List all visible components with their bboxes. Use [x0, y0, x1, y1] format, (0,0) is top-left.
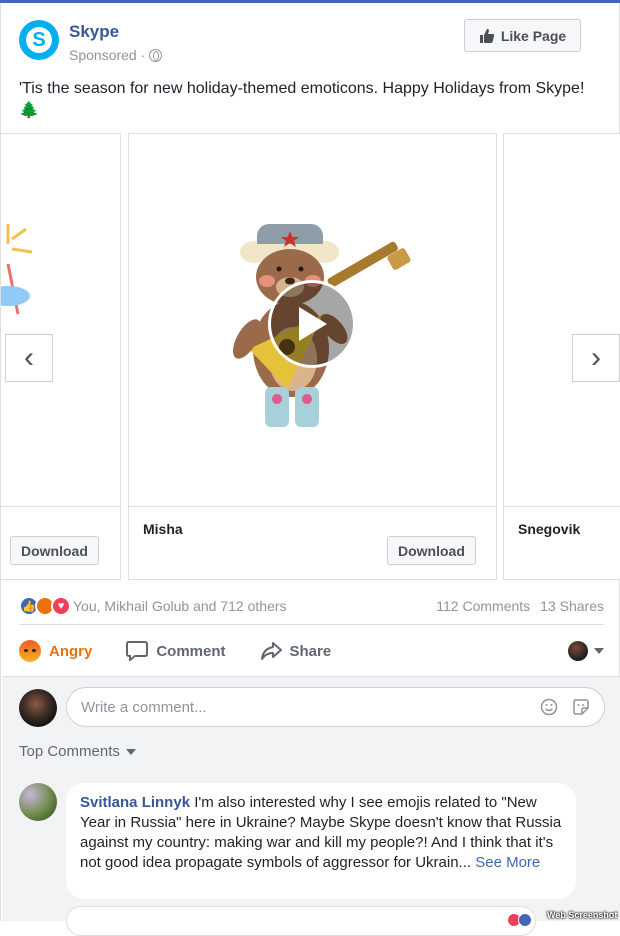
like-page-button[interactable]: Like Page: [464, 19, 581, 52]
slide-title: Snegovik: [518, 521, 581, 537]
comment-input[interactable]: Write a comment...: [66, 687, 605, 727]
post-as-selector[interactable]: [568, 641, 604, 661]
sponsored-separator: ·: [140, 47, 146, 63]
comment-icon: [126, 641, 149, 661]
skype-logo-avatar[interactable]: S: [19, 20, 59, 60]
slide-footer: Download: [1, 506, 120, 579]
comment-button[interactable]: Comment: [126, 641, 226, 661]
comment-label: Comment: [156, 642, 226, 660]
carousel: Download Misha Download Snegovik ‹ ›: [1, 133, 620, 581]
reaction-icons[interactable]: 👍 ♥: [19, 596, 71, 616]
share-icon: [260, 642, 282, 660]
download-button[interactable]: Download: [10, 536, 99, 565]
like-reaction-icon: [518, 913, 532, 927]
skype-logo-icon: S: [26, 27, 52, 53]
play-icon: [299, 307, 327, 341]
reactions-summary: 👍 ♥ You, Mikhail Golub and 712 others 11…: [19, 594, 604, 618]
caret-down-icon: [594, 648, 604, 654]
next-comment-bubble: [66, 906, 536, 936]
carousel-prev-button[interactable]: ‹: [5, 334, 53, 382]
like-page-label: Like Page: [500, 27, 567, 44]
watermark-label: Web Screenshot: [547, 910, 618, 920]
slide-footer: Misha Download: [129, 506, 496, 579]
share-label: Share: [289, 642, 332, 660]
love-reaction-icon: ♥: [51, 596, 71, 616]
comment-sort-dropdown[interactable]: Top Comments: [19, 743, 136, 760]
engagement-counts: 112 Comments 13 Shares: [436, 598, 604, 614]
see-more-link[interactable]: See More: [475, 854, 540, 871]
commenter-avatar[interactable]: [19, 783, 57, 821]
chevron-right-icon: ›: [591, 341, 601, 374]
viewer-avatar: [568, 641, 588, 661]
post-body: 'Tis the season for new holiday-themed e…: [19, 80, 585, 97]
input-icons: [540, 698, 590, 716]
reaction-button[interactable]: Angry: [19, 640, 92, 662]
slide-title: Misha: [143, 521, 183, 537]
post-actions: Angry Comment Share: [19, 636, 604, 666]
shares-count[interactable]: 13 Shares: [540, 598, 604, 614]
globe-icon: [149, 48, 163, 62]
sponsored-text: Sponsored: [69, 47, 137, 63]
sticker-icon[interactable]: [572, 698, 590, 716]
post-text: 'Tis the season for new holiday-themed e…: [19, 78, 599, 122]
reaction-label: Angry: [49, 642, 93, 660]
slide-footer: Snegovik: [504, 506, 620, 579]
comment-author[interactable]: Svitlana Linnyk: [80, 794, 190, 811]
comment-reactions[interactable]: [507, 913, 532, 927]
carousel-next-button[interactable]: ›: [572, 334, 620, 382]
emoji-icon[interactable]: [540, 698, 558, 716]
sort-label: Top Comments: [19, 743, 120, 760]
sponsored-label[interactable]: Sponsored ·: [69, 47, 163, 63]
share-button[interactable]: Share: [260, 641, 332, 661]
sponsored-post-card: S Skype Sponsored · Like Page 'Tis the s…: [0, 3, 620, 936]
chevron-left-icon: ‹: [24, 341, 34, 374]
download-button[interactable]: Download: [387, 536, 476, 565]
christmas-tree-icon: 🌲: [19, 102, 39, 119]
play-video-button[interactable]: [268, 280, 356, 368]
divider: [19, 624, 604, 625]
page-name-link[interactable]: Skype: [69, 22, 119, 42]
caret-down-icon: [125, 748, 136, 755]
thumbs-up-icon: [479, 28, 494, 43]
carousel-slide-misha[interactable]: Misha Download: [128, 133, 497, 580]
user-avatar[interactable]: [19, 689, 57, 727]
reactors-text[interactable]: You, Mikhail Golub and 712 others: [73, 598, 287, 614]
comment-bubble: Svitlana Linnyk I'm also interested why …: [66, 783, 576, 899]
comment-placeholder: Write a comment...: [81, 698, 207, 716]
angry-face-icon: [19, 640, 41, 662]
comments-count[interactable]: 112 Comments: [436, 598, 530, 614]
